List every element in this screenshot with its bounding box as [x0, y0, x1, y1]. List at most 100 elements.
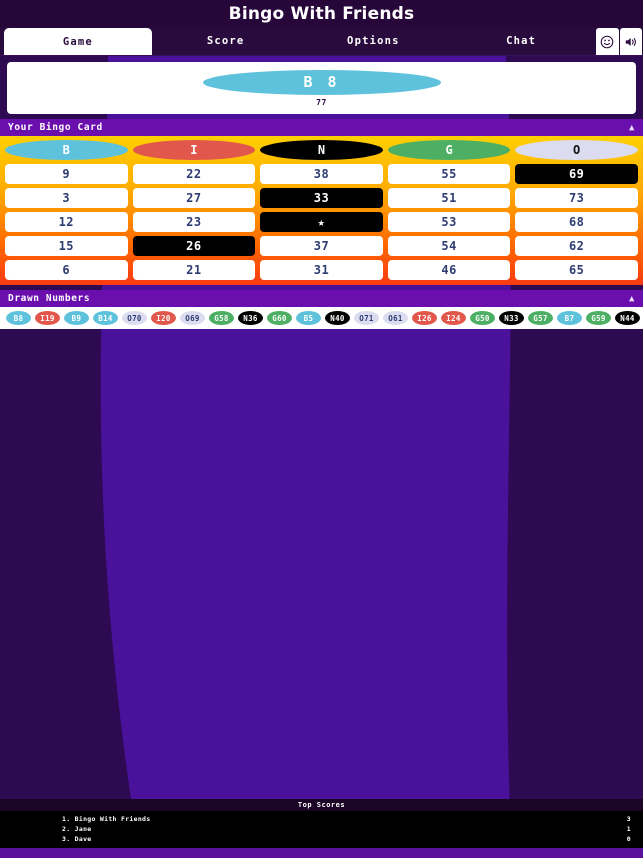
bingo-cell[interactable]: 46: [387, 260, 511, 280]
bingo-card-header[interactable]: Your Bingo Card ▲: [0, 119, 643, 136]
score-row: 3. Dave 0: [0, 834, 643, 844]
bingo-cell[interactable]: 23: [132, 212, 256, 232]
score-name: 1. Bingo With Friends: [62, 815, 151, 823]
score-value: 0: [626, 835, 631, 843]
score-value: 3: [626, 815, 631, 823]
bingo-cell[interactable]: 55: [387, 164, 511, 184]
drawn-ball[interactable]: B9: [64, 311, 89, 325]
page-title: Bingo With Friends: [228, 3, 415, 24]
bingo-card: BINGO 9 22 38 55 69 3 27 33 51 73 12 23 ★ 53 68 15 26 37 5…: [0, 136, 643, 285]
score-name: 2. Jane: [62, 825, 92, 833]
tab-options[interactable]: Options: [299, 27, 448, 55]
drawn-ball[interactable]: G57: [528, 311, 553, 325]
bingo-cell[interactable]: 15: [5, 236, 128, 256]
drawn-ball[interactable]: G50: [470, 311, 495, 325]
bingo-column-header-n: N: [260, 140, 383, 160]
drawn-ball[interactable]: N36: [238, 311, 263, 325]
bingo-cell[interactable]: 65: [515, 260, 638, 280]
drawn-numbers-strip[interactable]: B8 I19 B9 B14 O70 I20 O69 G58 N36 G60 B5 N40 O71 O61 I…: [0, 307, 643, 329]
bingo-cell[interactable]: 68: [515, 212, 638, 232]
drawn-numbers-header-label: Drawn Numbers: [8, 293, 91, 304]
bingo-cell[interactable]: 3: [5, 188, 128, 208]
tab-options-label: Options: [347, 35, 400, 47]
bingo-cell[interactable]: 38: [260, 164, 383, 184]
bingo-card-row: 6 21 31 46 65: [5, 260, 638, 280]
tab-score[interactable]: Score: [151, 27, 300, 55]
bingo-card-header-label: Your Bingo Card: [8, 122, 103, 133]
drawn-ball[interactable]: N44: [615, 311, 640, 325]
bingo-cell[interactable]: 53: [387, 212, 511, 232]
bingo-cell[interactable]: 33: [260, 188, 383, 208]
bingo-cell[interactable]: 31: [260, 260, 383, 280]
top-scores-section: Top Scores 1. Bingo With Friends 3 2. Jane…: [0, 799, 643, 858]
volume-button[interactable]: [619, 28, 642, 55]
tab-score-label: Score: [206, 35, 245, 47]
drawn-numbers-header[interactable]: Drawn Numbers ▲: [0, 290, 643, 307]
drawn-ball[interactable]: O71: [354, 311, 379, 325]
top-scores-title: Top Scores: [0, 799, 643, 811]
drawn-ball[interactable]: O70: [122, 311, 147, 325]
drawn-ball[interactable]: I26: [412, 311, 437, 325]
drawn-ball[interactable]: B5: [296, 311, 321, 325]
top-scores-list: 1. Bingo With Friends 3 2. Jane 1 3. Dave 0: [0, 811, 643, 848]
drawn-ball[interactable]: G59: [586, 311, 611, 325]
bingo-card-row: 3 27 33 51 73: [5, 188, 638, 208]
current-ball-label: B 8: [303, 73, 340, 91]
bingo-cell[interactable]: 73: [515, 188, 638, 208]
tab-game[interactable]: Game: [4, 28, 152, 55]
bingo-app: Bingo With Friends Game Score Options Ch…: [0, 0, 643, 858]
bingo-cell[interactable]: 51: [387, 188, 511, 208]
score-row: 1. Bingo With Friends 3: [0, 814, 643, 824]
bingo-cell[interactable]: 9: [5, 164, 128, 184]
emoji-button[interactable]: [596, 28, 619, 55]
tab-game-label: Game: [62, 35, 93, 48]
bingo-cell[interactable]: 62: [515, 236, 638, 256]
drawn-ball[interactable]: N33: [499, 311, 524, 325]
chevron-up-icon-2: ▲: [628, 293, 635, 304]
bingo-card-body: 9 22 38 55 69 3 27 33 51 73 12 23 ★ 53 68 15 26 37 54 62 6 21…: [5, 164, 638, 280]
bingo-cell[interactable]: 37: [260, 236, 383, 256]
current-draw-panel: B 8 77: [7, 62, 636, 114]
score-row: 2. Jane 1: [0, 824, 643, 834]
bingo-column-header-o: O: [515, 140, 638, 160]
drawn-ball[interactable]: G60: [267, 311, 292, 325]
bingo-column-header-g: G: [387, 140, 511, 160]
bingo-card-header-row: BINGO: [5, 140, 638, 160]
tab-chat[interactable]: Chat: [447, 27, 595, 55]
drawn-ball[interactable]: O61: [383, 311, 408, 325]
score-name: 3. Dave: [62, 835, 92, 843]
bingo-card-row: 15 26 37 54 62: [5, 236, 638, 256]
bingo-cell[interactable]: 54: [387, 236, 511, 256]
remaining-count: 77: [316, 97, 327, 107]
bingo-cell[interactable]: 27: [132, 188, 256, 208]
current-draw-section: B 8 77: [0, 56, 643, 114]
bingo-cell-free-space[interactable]: ★: [260, 212, 383, 232]
drawn-ball[interactable]: B14: [93, 311, 118, 325]
score-value: 1: [626, 825, 631, 833]
drawn-ball[interactable]: I24: [441, 311, 466, 325]
emoji-icon: [600, 35, 614, 49]
tab-bar-icons: [595, 27, 643, 55]
bingo-cell[interactable]: 12: [5, 212, 128, 232]
bingo-cell[interactable]: 22: [132, 164, 256, 184]
bingo-card-row: 12 23 ★ 53 68: [5, 212, 638, 232]
tab-chat-label: Chat: [506, 35, 537, 47]
drawn-ball[interactable]: I19: [35, 311, 60, 325]
drawn-ball[interactable]: N40: [325, 311, 350, 325]
tab-bar: Game Score Options Chat: [0, 27, 643, 56]
drawn-ball[interactable]: I20: [151, 311, 176, 325]
drawn-ball[interactable]: B8: [6, 311, 31, 325]
current-ball: B 8: [202, 69, 441, 95]
drawn-ball[interactable]: B7: [557, 311, 582, 325]
bingo-cell[interactable]: 6: [5, 260, 128, 280]
chevron-up-icon: ▲: [628, 122, 635, 133]
bingo-cell[interactable]: 26: [132, 236, 256, 256]
bingo-cell[interactable]: 69: [515, 164, 638, 184]
volume-icon: [624, 35, 638, 49]
drawn-ball[interactable]: G58: [209, 311, 234, 325]
bingo-column-header-b: B: [5, 140, 128, 160]
bingo-cell[interactable]: 21: [132, 260, 256, 280]
drawn-ball[interactable]: O69: [180, 311, 205, 325]
bottom-bar: [0, 848, 643, 858]
bingo-card-row: 9 22 38 55 69: [5, 164, 638, 184]
